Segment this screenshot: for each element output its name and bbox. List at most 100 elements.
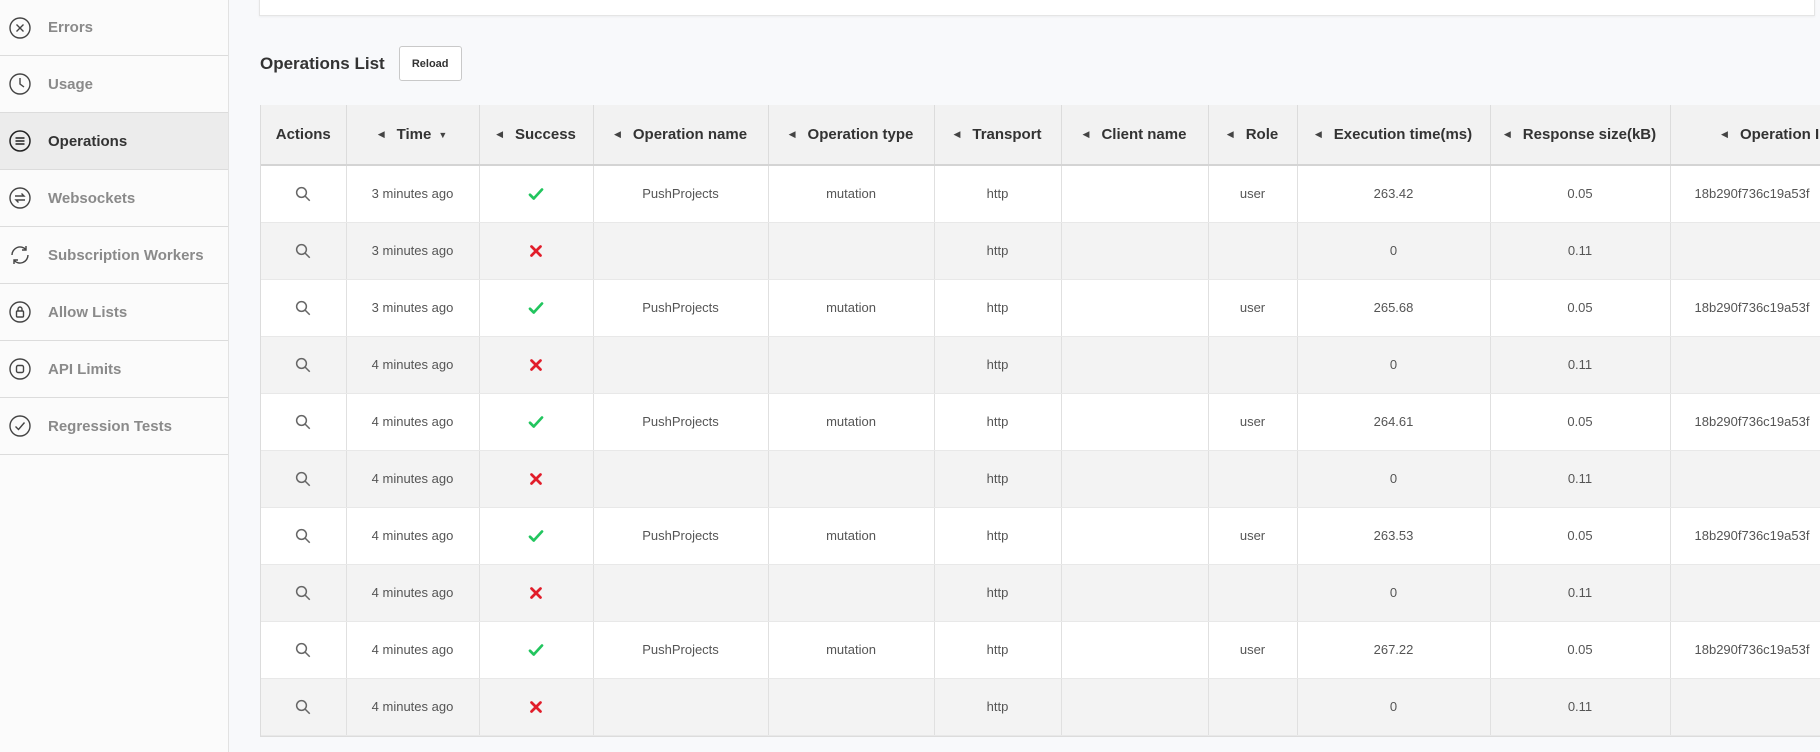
collapse-arrow-icon[interactable]: ◀ [789, 129, 796, 140]
column-header-operation-name[interactable]: ◀ Operation name [593, 105, 769, 166]
search-icon[interactable] [294, 356, 312, 372]
response-size-cell: 0.11 [1490, 678, 1671, 736]
operation-name-cell: PushProjects [593, 621, 769, 679]
collapse-arrow-icon[interactable]: ◀ [1721, 129, 1728, 140]
response-size-cell: 0.11 [1490, 222, 1671, 280]
client-name-cell [1061, 564, 1209, 622]
transport-cell: http [934, 621, 1062, 679]
sidebar-item-label: Usage [48, 75, 94, 93]
search-icon[interactable] [294, 470, 312, 486]
collapse-arrow-icon[interactable]: ◀ [614, 129, 621, 140]
operation-name-cell [593, 336, 769, 394]
search-icon[interactable] [294, 299, 312, 315]
transport-cell: http [934, 564, 1062, 622]
operation-name-cell [593, 678, 769, 736]
collapse-arrow-icon[interactable]: ◀ [1315, 129, 1322, 140]
role-cell [1208, 678, 1298, 736]
sidebar-item-label: Regression Tests [48, 417, 172, 435]
sidebar-item-regression-tests[interactable]: Regression Tests [0, 398, 228, 455]
column-header-transport[interactable]: ◀ Transport [934, 105, 1062, 166]
success-cell [479, 279, 594, 337]
role-cell: user [1208, 165, 1298, 223]
column-header-success[interactable]: ◀ Success [479, 105, 594, 166]
collapse-arrow-icon[interactable]: ◀ [496, 129, 503, 140]
time-cell: 4 minutes ago [346, 678, 480, 736]
response-size-cell: 0.05 [1490, 507, 1671, 565]
cross-icon [527, 584, 545, 599]
sidebar-item-operations[interactable]: Operations [0, 113, 228, 170]
checkmark-icon [527, 299, 545, 314]
operation-type-cell: mutation [768, 393, 935, 451]
table-row[interactable]: 4 minutes ago http 0 0.11 [261, 336, 1820, 394]
operation-type-cell [768, 336, 935, 394]
role-cell: user [1208, 507, 1298, 565]
column-header-operation-id[interactable]: ◀ Operation ID [1670, 105, 1820, 166]
column-header-actions[interactable]: Actions [261, 105, 347, 166]
sidebar-item-label: Allow Lists [48, 303, 128, 321]
sidebar-item-websockets[interactable]: Websockets [0, 170, 228, 227]
sidebar-item-usage[interactable]: Usage [0, 56, 228, 113]
client-name-cell [1061, 678, 1209, 736]
search-icon[interactable] [294, 584, 312, 600]
column-header-response-size[interactable]: ◀ Response size(kB) [1490, 105, 1671, 166]
client-name-cell [1061, 279, 1209, 337]
column-header-label: Transport [972, 126, 1042, 143]
client-name-cell [1061, 621, 1209, 679]
collapse-arrow-icon[interactable]: ◀ [1504, 129, 1511, 140]
execution-time-cell: 263.53 [1297, 507, 1491, 565]
operations-table-container[interactable]: Actions ◀ Time ▼ ◀ Success ◀ Operation name … [260, 105, 1820, 737]
cross-icon [527, 470, 545, 485]
success-cell [479, 222, 594, 280]
operation-name-cell: PushProjects [593, 279, 769, 337]
collapse-arrow-icon[interactable]: ◀ [953, 129, 960, 140]
table-row[interactable]: 4 minutes ago PushProjects mutation http use… [261, 621, 1820, 679]
column-header-client-name[interactable]: ◀ Client name [1061, 105, 1209, 166]
column-header-label: Success [515, 126, 576, 143]
table-row[interactable]: 4 minutes ago http 0 0.11 [261, 564, 1820, 622]
operation-type-cell [768, 450, 935, 508]
sidebar-item-allow-lists[interactable]: Allow Lists [0, 284, 228, 341]
table-row[interactable]: 4 minutes ago http 0 0.11 [261, 450, 1820, 508]
search-icon[interactable] [294, 698, 312, 714]
table-row[interactable]: 3 minutes ago http 0 0.11 [261, 222, 1820, 280]
operation-id-cell [1670, 678, 1820, 736]
search-icon[interactable] [294, 641, 312, 657]
sidebar-item-errors[interactable]: Errors [0, 0, 228, 56]
column-header-label: Operation ID [1739, 126, 1820, 143]
success-cell [479, 678, 594, 736]
column-header-operation-type[interactable]: ◀ Operation type [768, 105, 935, 166]
actions-cell [261, 564, 347, 622]
sidebar-item-subscription-workers[interactable]: Subscription Workers [0, 227, 228, 284]
collapse-arrow-icon[interactable]: ◀ [378, 129, 385, 140]
client-name-cell [1061, 393, 1209, 451]
column-header-role[interactable]: ◀ Role [1208, 105, 1298, 166]
reload-button[interactable]: Reload [398, 46, 462, 81]
search-icon[interactable] [294, 185, 312, 202]
operation-type-cell: mutation [768, 507, 935, 565]
role-cell [1208, 336, 1298, 394]
collapse-arrow-icon[interactable]: ◀ [1227, 129, 1234, 140]
table-row[interactable]: 3 minutes ago PushProjects mutation http use… [261, 279, 1820, 337]
table-row[interactable]: 4 minutes ago http 0 0.11 [261, 678, 1820, 736]
cross-icon [527, 698, 545, 713]
collapse-arrow-icon[interactable]: ◀ [1083, 129, 1090, 140]
operation-name-cell: PushProjects [593, 165, 769, 223]
table-row[interactable]: 4 minutes ago PushProjects mutation http use… [261, 507, 1820, 565]
operation-id-cell: 18b290f736c19a53f [1670, 621, 1820, 679]
search-icon[interactable] [294, 242, 312, 258]
actions-cell [261, 450, 347, 508]
column-header-execution-time[interactable]: ◀ Execution time(ms) [1297, 105, 1491, 166]
search-icon[interactable] [294, 413, 312, 429]
time-cell: 4 minutes ago [346, 564, 480, 622]
column-header-time[interactable]: ◀ Time ▼ [346, 105, 480, 166]
operation-id-cell: 18b290f736c19a53f [1670, 393, 1820, 451]
table-row[interactable]: 4 minutes ago PushProjects mutation http use… [261, 393, 1820, 451]
actions-cell [261, 279, 347, 337]
table-row[interactable]: 3 minutes ago PushProjects mutation http use… [261, 165, 1820, 223]
sort-descending-icon[interactable]: ▼ [438, 130, 447, 140]
close-circle-icon [8, 16, 32, 40]
sidebar-item-api-limits[interactable]: API Limits [0, 341, 228, 398]
operation-type-cell: mutation [768, 621, 935, 679]
execution-time-cell: 0 [1297, 336, 1491, 394]
search-icon[interactable] [294, 527, 312, 543]
